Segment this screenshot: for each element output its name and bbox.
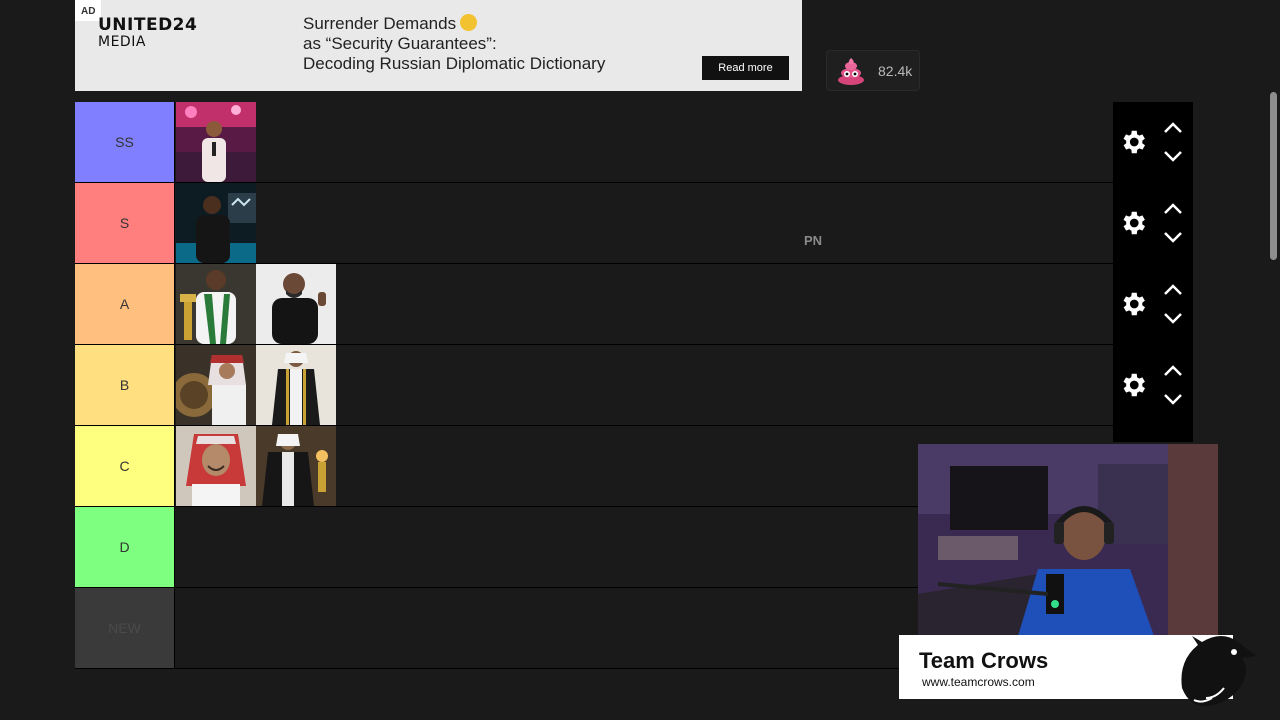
brand-name: Team Crows: [919, 648, 1049, 673]
tier-item-person-black-bisht[interactable]: [256, 345, 336, 425]
chevron-down-icon[interactable]: [1163, 312, 1183, 326]
tier-row-b[interactable]: B: [75, 345, 1113, 426]
streamer-webcam-image: [918, 444, 1218, 636]
tier-item-person-red-shemagh-gold[interactable]: [176, 345, 256, 425]
tier-row-s[interactable]: S: [75, 183, 1113, 264]
tier-label-c[interactable]: C: [75, 426, 175, 506]
scrollbar-thumb[interactable]: [1270, 92, 1277, 260]
tier-item-person-black-shirt[interactable]: [256, 264, 336, 344]
tier-item-person-trophy[interactable]: [176, 264, 256, 344]
tier-controls-s: [1113, 183, 1193, 263]
gear-icon[interactable]: [1118, 370, 1148, 400]
ad-logo-title: UNITED24: [98, 15, 198, 35]
gear-icon[interactable]: [1118, 127, 1148, 157]
tier-item-person-dark-stage[interactable]: [176, 183, 256, 263]
scrollbar[interactable]: [1268, 0, 1280, 720]
crow-logo: [1181, 636, 1256, 707]
chevron-up-icon[interactable]: [1163, 201, 1183, 215]
tier-label-s[interactable]: S: [75, 183, 175, 263]
reaction-button[interactable]: 82.4k: [826, 50, 920, 91]
poop-emoji-icon: [838, 57, 864, 85]
ad-headline-line2: as “Security Guarantees”:: [303, 34, 497, 53]
tier-label-b[interactable]: B: [75, 345, 175, 425]
tier-controls-b: [1113, 345, 1193, 425]
tier-label-a[interactable]: A: [75, 264, 175, 344]
ad-headline-line1: Surrender Demands: [303, 14, 457, 33]
ad-logo-subtitle: MEDIA: [98, 34, 146, 50]
smile-emoji-icon: [460, 14, 478, 31]
ad-banner[interactable]: AD UNITED24 MEDIA Surrender Demands as “…: [75, 0, 802, 91]
tier-row-a[interactable]: A: [75, 264, 1113, 345]
chevron-down-icon[interactable]: [1163, 150, 1183, 164]
tier-controls-a: [1113, 264, 1193, 344]
webcam-overlay: [918, 444, 1218, 636]
tier-controls-ss: [1113, 102, 1193, 182]
chevron-up-icon[interactable]: [1163, 363, 1183, 377]
tier-row-ss[interactable]: SS: [75, 102, 1113, 183]
chevron-up-icon[interactable]: [1163, 282, 1183, 296]
tier-label-new[interactable]: NEW: [75, 588, 175, 668]
chevron-down-icon[interactable]: [1163, 393, 1183, 407]
tier-item-person-black-bisht-room[interactable]: [256, 426, 336, 506]
brand-url: www.teamcrows.com: [922, 675, 1035, 689]
read-more-button[interactable]: Read more: [702, 56, 789, 80]
tier-item-person-red-shemagh-smile[interactable]: [176, 426, 256, 506]
ad-headline: Surrender Demands as “Security Guarantee…: [303, 14, 605, 74]
reaction-count: 82.4k: [878, 62, 913, 79]
tier-label-ss[interactable]: SS: [75, 102, 175, 182]
tier-item-person-pink-lights[interactable]: [176, 102, 256, 182]
ad-headline-line3: Decoding Russian Diplomatic Dictionary: [303, 54, 606, 73]
tier-controls: [1113, 102, 1193, 442]
gear-icon[interactable]: [1118, 289, 1148, 319]
gear-icon[interactable]: [1118, 208, 1148, 238]
tier-label-d[interactable]: D: [75, 507, 175, 587]
chevron-down-icon[interactable]: [1163, 231, 1183, 245]
chevron-up-icon[interactable]: [1163, 120, 1183, 134]
overlay-text: PN: [804, 233, 823, 248]
